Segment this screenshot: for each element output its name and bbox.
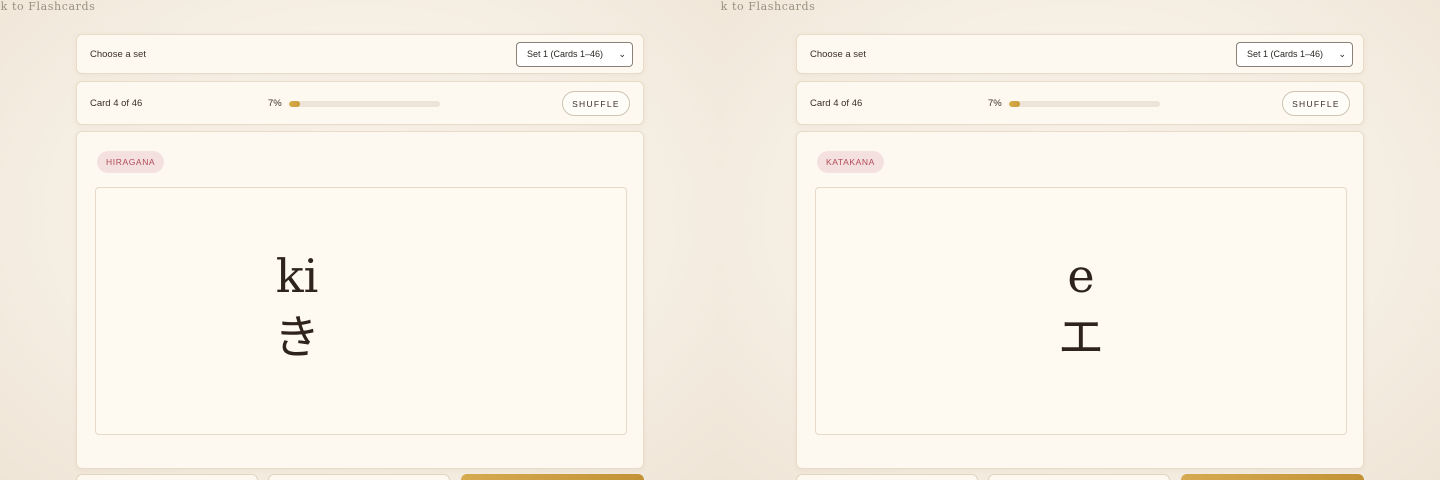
flip-card-button[interactable] (988, 474, 1170, 480)
flip-card-button[interactable] (268, 474, 450, 480)
flashcard[interactable]: e エ (815, 187, 1347, 435)
chevron-down-icon: ⌄ (1338, 48, 1346, 59)
set-chooser-row: Choose a set Set 1 (Cards 1–46) ⌄ (76, 34, 644, 74)
set-chooser-label: Choose a set (90, 48, 146, 60)
previous-card-button[interactable] (76, 474, 258, 480)
set-chooser-label: Choose a set (810, 48, 866, 60)
progress-bar (1009, 101, 1160, 107)
progress-row: Card 4 of 46 7% SHUFFLE (76, 81, 644, 125)
chevron-down-icon: ⌄ (618, 48, 626, 59)
card-counter: Card 4 of 46 (810, 98, 863, 109)
set-select[interactable]: Set 1 (Cards 1–46) ⌄ (516, 41, 633, 67)
back-to-flashcards-link[interactable]: Back to Flashcards (0, 0, 95, 13)
next-card-button[interactable] (461, 474, 644, 480)
flashcard-kana: エ (1058, 310, 1104, 364)
back-to-flashcards-link[interactable]: Back to Flashcards (720, 0, 815, 13)
flashcard-kana: き (274, 310, 320, 364)
set-select-value: Set 1 (Cards 1–46) (527, 49, 604, 59)
card-counter: Card 4 of 46 (90, 98, 143, 109)
shuffle-button-label: SHUFFLE (1292, 98, 1340, 109)
progress-bar (289, 101, 440, 107)
shuffle-button[interactable]: SHUFFLE (562, 91, 630, 116)
shuffle-button[interactable]: SHUFFLE (1282, 91, 1350, 116)
progress-percent: 7% (988, 98, 1002, 109)
flashcard-pane-hiragana: Back to Flashcards Choose a set Set 1 (C… (0, 0, 720, 480)
progress-bar-fill (1009, 101, 1020, 107)
flashcard-romaji: ki (275, 249, 319, 303)
flashcard-pane-katakana: Back to Flashcards Choose a set Set 1 (C… (720, 0, 1440, 480)
flashcard-container: HIRAGANA ki き (76, 131, 644, 469)
script-type-badge: HIRAGANA (97, 151, 165, 173)
script-type-badge: KATAKANA (817, 151, 884, 173)
next-card-button[interactable] (1181, 474, 1364, 480)
progress-percent: 7% (268, 98, 282, 109)
progress-bar-fill (289, 101, 300, 107)
screenshot: Back to Flashcards Choose a set Set 1 (C… (0, 0, 1440, 480)
previous-card-button[interactable] (796, 474, 978, 480)
flashcard-romaji: e (1067, 249, 1095, 303)
set-select[interactable]: Set 1 (Cards 1–46) ⌄ (1236, 41, 1353, 67)
progress-row: Card 4 of 46 7% SHUFFLE (796, 81, 1364, 125)
flashcard-container: KATAKANA e エ (796, 131, 1364, 469)
set-chooser-row: Choose a set Set 1 (Cards 1–46) ⌄ (796, 34, 1364, 74)
flashcard[interactable]: ki き (95, 187, 627, 435)
set-select-value: Set 1 (Cards 1–46) (1247, 49, 1324, 59)
shuffle-button-label: SHUFFLE (572, 98, 620, 109)
